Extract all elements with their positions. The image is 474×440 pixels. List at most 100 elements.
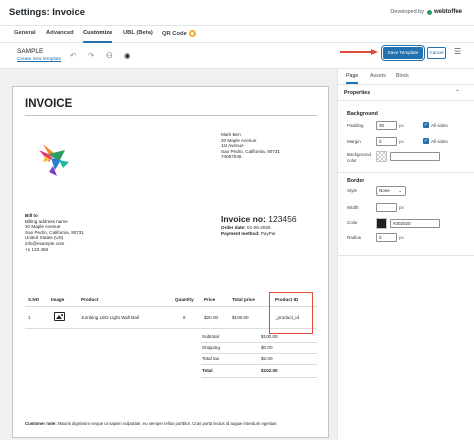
payment-method-value: PayPal [260,230,276,236]
background-color-label: Background color [347,152,372,163]
border-section-title: Border [347,178,365,184]
tab-ubl[interactable]: UBL (Beta) [123,30,153,43]
order-date-value: 01-06-2025 [247,225,271,230]
summary-total-value: $102.00 [261,368,278,373]
padding-input[interactable]: 30 [376,121,397,130]
settings-tabs: General Advanced Customize UBL (Beta) QR… [0,26,474,43]
sidebar-tab-block[interactable]: Block [396,73,409,84]
bill-to-address: Bill to Billing address name 20 Maple Av… [25,213,84,252]
chevron-down-icon: ⌄ [398,188,402,193]
template-name: SAMPLE [17,48,44,55]
section-divider [338,172,474,173]
row-price: $20.00 [204,315,219,320]
border-color-input[interactable]: #202020 [390,219,440,228]
hamburger-menu-icon[interactable]: ☰ [454,47,461,56]
border-style-select[interactable]: None ⌄ [376,186,406,196]
invoice-meta: Order date: 01-06-2025 Payment method: P… [221,225,275,236]
webtoffee-logo-text: webtoffee [433,9,462,15]
summary-divider [201,377,317,378]
background-color-swatch[interactable] [376,151,387,162]
ship-to-line: 74067545 [221,154,242,160]
undo-icon[interactable]: ↶ [70,51,76,60]
padding-all-sides-label: All sides [431,123,448,128]
padding-unit: px [399,123,404,128]
background-section-title: Background [347,111,378,117]
border-style-value: None [379,188,390,193]
border-width-input[interactable] [376,203,397,212]
title-divider [25,115,317,116]
margin-all-sides-checkbox[interactable]: ✓ [423,138,429,144]
webtoffee-logo[interactable]: webtoffee [426,9,462,15]
column-header-image: Image [51,297,65,302]
redo-icon[interactable]: ↷ [88,51,94,60]
padding-label: Padding [347,123,364,128]
product-id-highlight [269,292,313,334]
customer-note: Customer note: Mauris dignissim neque ut… [25,421,277,426]
summary-divider [201,342,317,343]
sidebar-tabs-divider [338,84,474,85]
payment-method-label: Payment method: [221,230,260,236]
ship-to-address: Mark Ben 20 Maple Avenue 1st Avenue San … [221,132,280,160]
column-header-product: Product [81,297,99,302]
border-radius-unit: px [399,235,404,240]
margin-all-sides-label: All sides [431,139,448,144]
margin-unit: px [399,139,404,144]
tab-advanced[interactable]: Advanced [46,30,74,43]
create-template-link[interactable]: Create new template [17,57,61,62]
border-style-label: Style [347,188,358,193]
properties-sidebar: Page Assets Block Properties ⌃ Backgroun… [337,69,474,440]
row-product: Jumbing LED Light Wall Ball [81,315,139,320]
border-radius-label: Radius [347,235,362,240]
column-header-quantity: Quantity [175,297,194,302]
summary-tax-value: $2.00 [261,356,273,361]
tab-general[interactable]: General [14,30,36,43]
invoice-title: INVOICE [25,98,73,110]
page-title: Settings: Invoice [9,7,86,18]
summary-shipping-value: $0.00 [261,345,273,350]
column-header-price: Price [204,297,216,302]
sidebar-tab-page[interactable]: Page [346,73,359,84]
summary-tax-label: Total tax [202,356,220,361]
summary-total-label: Total [202,368,213,373]
padding-all-sides-checkbox[interactable]: ✓ [423,122,429,128]
preview-eye-icon[interactable]: ◉ [124,51,131,60]
customer-note-label: Customer note: [25,421,57,426]
invoice-canvas[interactable]: INVOICE Mark Ben 20 Maple Avenue 1st Ave… [12,86,329,438]
sidebar-tab-assets[interactable]: Assets [370,73,386,84]
properties-divider [338,100,474,101]
margin-input[interactable]: 0 [376,137,397,146]
summary-subtotal-label: Subtotal [202,334,219,339]
tab-qr-code-label: QR Code [162,31,187,38]
border-color-swatch[interactable] [376,218,387,229]
crown-icon: ♛ [188,30,196,37]
product-image-icon [54,312,65,321]
tab-customize[interactable]: Customize [83,30,113,43]
background-color-input[interactable] [390,152,440,161]
cancel-button[interactable]: Cancel [427,47,446,59]
summary-subtotal-value: $100.00 [261,334,278,339]
bill-to-line: +1 123 456 [25,246,49,252]
border-width-unit: px [399,205,404,210]
developed-by: Developed by webtoffee [390,9,462,15]
top-bar: Settings: Invoice Developed by webtoffee [0,0,474,26]
invoice-number-value: 123456 [268,214,297,224]
properties-heading[interactable]: Properties [344,90,370,96]
save-template-button[interactable]: Save Template [381,45,425,61]
column-header-total-price: Total price [232,297,255,302]
row-total: $100.00 [232,315,249,320]
customer-note-text: Mauris dignissim neque ut sapien vulputa… [57,421,277,426]
developed-by-label: Developed by [390,9,424,15]
border-color-label: Color [347,220,358,225]
invoice-number: Invoice no: 123456 [221,214,297,224]
company-logo[interactable] [35,140,73,180]
tab-qr-code[interactable]: QR Code ♛ [162,30,196,43]
webtoffee-logo-icon [426,9,432,15]
border-width-label: Width [347,205,359,210]
row-sno: 1 [28,315,31,320]
chevron-up-icon[interactable]: ⌃ [455,89,460,96]
invoice-number-label: Invoice no: [221,214,266,224]
margin-label: Margin [347,139,361,144]
user-icon[interactable]: ⚇ [106,51,113,60]
border-radius-input[interactable]: 0 [376,233,397,242]
arrow-pointer-icon [340,49,378,55]
